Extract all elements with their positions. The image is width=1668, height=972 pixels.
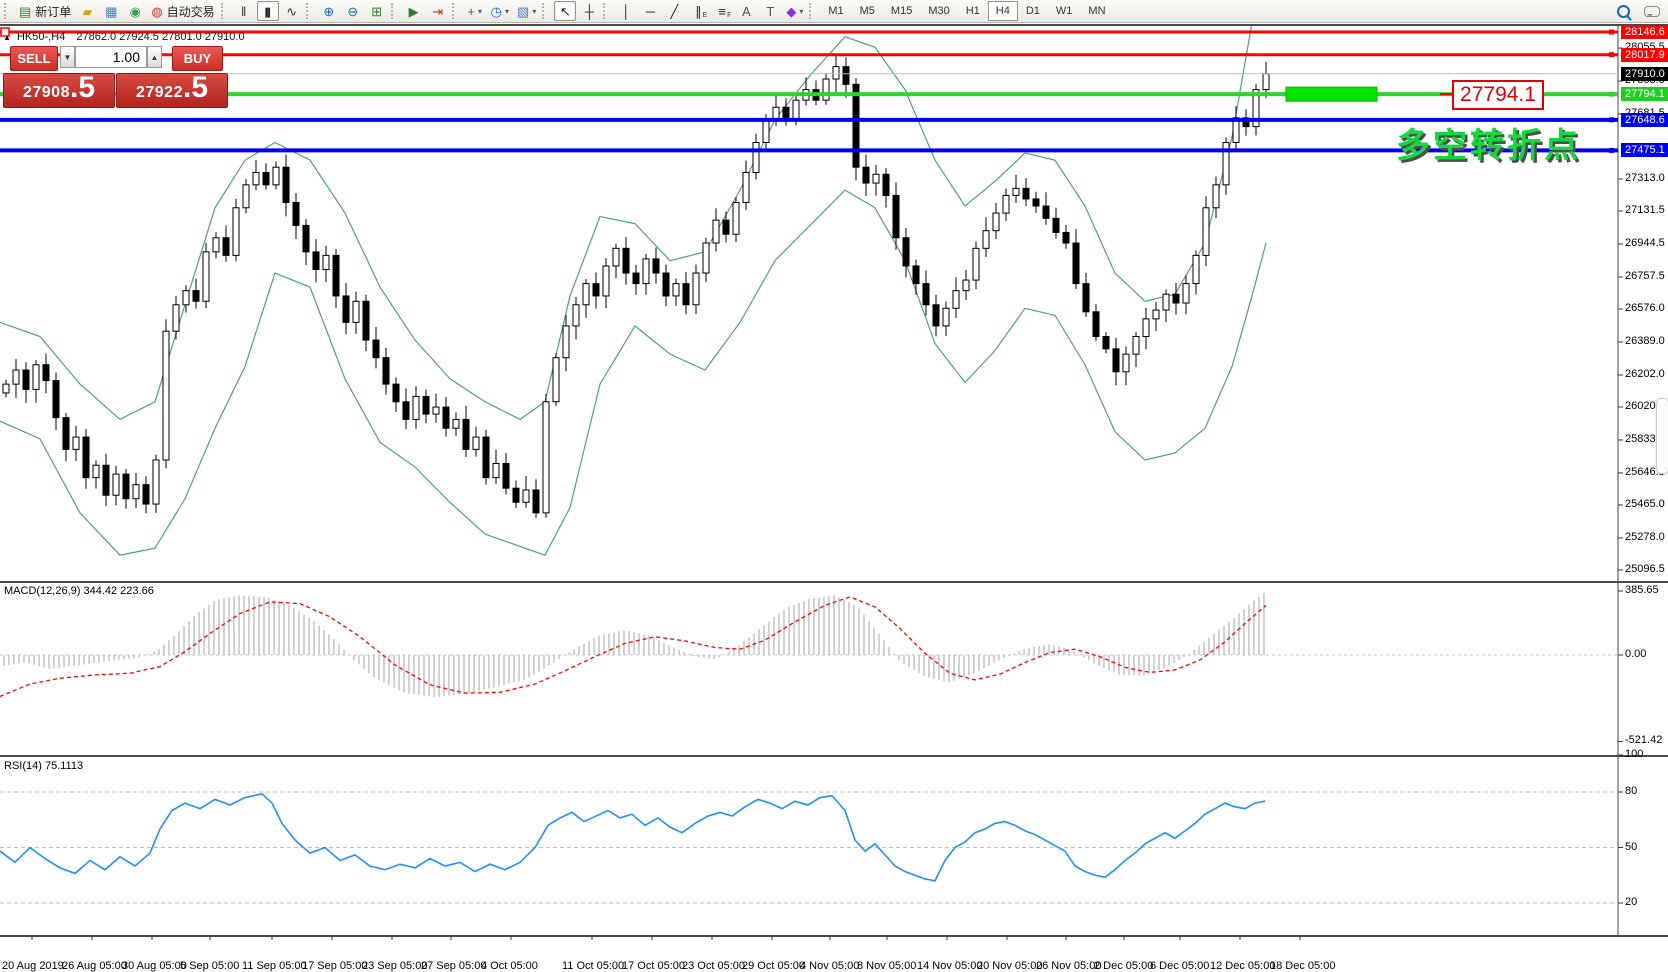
chart-header: ▲ HK50-,H4 27862.0 27924.5 27801.0 27910… <box>3 31 245 43</box>
time-axis-label: 20 Nov 05:00 <box>977 960 1042 972</box>
price-tag-label: 27648.6 <box>1621 113 1668 127</box>
sell-price-pips: .5 <box>70 74 95 101</box>
buy-button[interactable]: BUY <box>172 46 223 71</box>
time-axis-label: 11 Sep 05:00 <box>242 960 307 972</box>
buy-price: 27922 <box>136 84 183 102</box>
sell-button[interactable]: SELL <box>10 46 58 71</box>
volume-decrease-button[interactable]: ▼ <box>60 46 75 68</box>
price-tick-label: 25096.5 <box>1625 563 1665 575</box>
time-axis-label: 30 Aug 05:00 <box>122 960 187 972</box>
chart-window[interactable]: ▲ HK50-,H4 27862.0 27924.5 27801.0 27910… <box>0 23 1668 950</box>
price-tick-label: 26944.5 <box>1625 237 1665 249</box>
buy-price-pips: .5 <box>183 74 208 101</box>
ohlc-values: 27862.0 27924.5 27801.0 27910.0 <box>76 31 244 43</box>
sell-price-box[interactable]: 27908 .5 <box>3 73 115 108</box>
time-axis-label: 27 Sep 05:00 <box>421 960 486 972</box>
rsi-axis-label: 20 <box>1625 896 1637 908</box>
time-axis-label: 8 Nov 05:00 <box>857 960 916 972</box>
time-axis-label: 2 Dec 05:00 <box>1094 960 1153 972</box>
green-rectangle-object[interactable] <box>1286 87 1377 101</box>
price-tick-label: 26576.0 <box>1625 302 1665 314</box>
macd-indicator-label: MACD(12,26,9) 344.42 223.66 <box>4 585 154 597</box>
rsi-pane[interactable] <box>0 792 1618 903</box>
time-axis-label: 4 Nov 05:00 <box>800 960 859 972</box>
time-axis-label: 14 Nov 05:00 <box>917 960 982 972</box>
time-axis-label: 20 Aug 2019 <box>2 960 64 972</box>
sell-price: 27908 <box>23 84 70 102</box>
macd-axis-label: 0.00 <box>1625 648 1646 660</box>
volume-increase-button[interactable]: ▲ <box>147 46 162 68</box>
price-tag-label: 28146.6 <box>1621 25 1668 39</box>
volume-input[interactable] <box>75 46 147 68</box>
time-axis-label: 17 Oct 05:00 <box>622 960 685 972</box>
price-tag-label: 27794.1 <box>1621 87 1668 101</box>
time-axis-label: 5 Sep 05:00 <box>180 960 239 972</box>
buy-price-box[interactable]: 27922 .5 <box>116 73 228 108</box>
time-axis-label: 26 Nov 05:00 <box>1036 960 1101 972</box>
price-tick-label: 26202.0 <box>1625 368 1665 380</box>
price-tag-label: 27475.1 <box>1621 143 1668 157</box>
volume-stepper: ▼ ▲ <box>60 46 162 68</box>
macd-axis-label: 385.65 <box>1625 584 1659 596</box>
macd-pane[interactable] <box>0 593 1618 697</box>
symbol-period: HK50-,H4 <box>17 31 65 43</box>
collapse-panel-icon[interactable]: ▲ <box>3 33 11 42</box>
price-tick-label: 26389.0 <box>1625 335 1665 347</box>
time-axis-label: 29 Oct 05:00 <box>742 960 805 972</box>
price-callout-label[interactable]: 27794.1 <box>1452 80 1544 110</box>
time-axis-label: 18 Dec 05:00 <box>1270 960 1335 972</box>
price-tick-label: 26757.5 <box>1625 270 1665 282</box>
price-tick-label: 27131.5 <box>1625 204 1665 216</box>
chinese-annotation: 多空转折点 <box>1396 118 1581 167</box>
time-axis-label: 11 Oct 05:00 <box>562 960 624 972</box>
axis-ticks <box>32 48 1623 940</box>
time-axis-label: 4 Oct 05:00 <box>481 960 538 972</box>
rsi-axis-label: 50 <box>1625 841 1637 853</box>
time-axis-label: 6 Dec 05:00 <box>1150 960 1209 972</box>
rsi-indicator-label: RSI(14) 75.1113 <box>4 760 83 772</box>
time-axis-label: 23 Oct 05:00 <box>682 960 745 972</box>
price-tick-label: 25465.0 <box>1625 498 1665 510</box>
rsi-axis-label: 80 <box>1625 785 1637 797</box>
price-tick-label: 27313.0 <box>1625 172 1665 184</box>
time-axis-label: 23 Sep 05:00 <box>362 960 427 972</box>
time-axis-label: 12 Dec 05:00 <box>1210 960 1275 972</box>
macd-axis-label: -521.42 <box>1625 734 1662 746</box>
candles <box>3 54 1269 518</box>
vertical-scrollbar[interactable] <box>1656 398 1668 474</box>
price-tag-label: 28017.9 <box>1621 48 1668 62</box>
price-tag-label: 27910.0 <box>1621 67 1668 81</box>
time-axis-label: 26 Aug 05:00 <box>62 960 127 972</box>
rsi-axis-label: 100 <box>1625 748 1643 760</box>
time-axis-label: 17 Sep 05:00 <box>302 960 367 972</box>
price-tick-label: 25278.0 <box>1625 531 1665 543</box>
